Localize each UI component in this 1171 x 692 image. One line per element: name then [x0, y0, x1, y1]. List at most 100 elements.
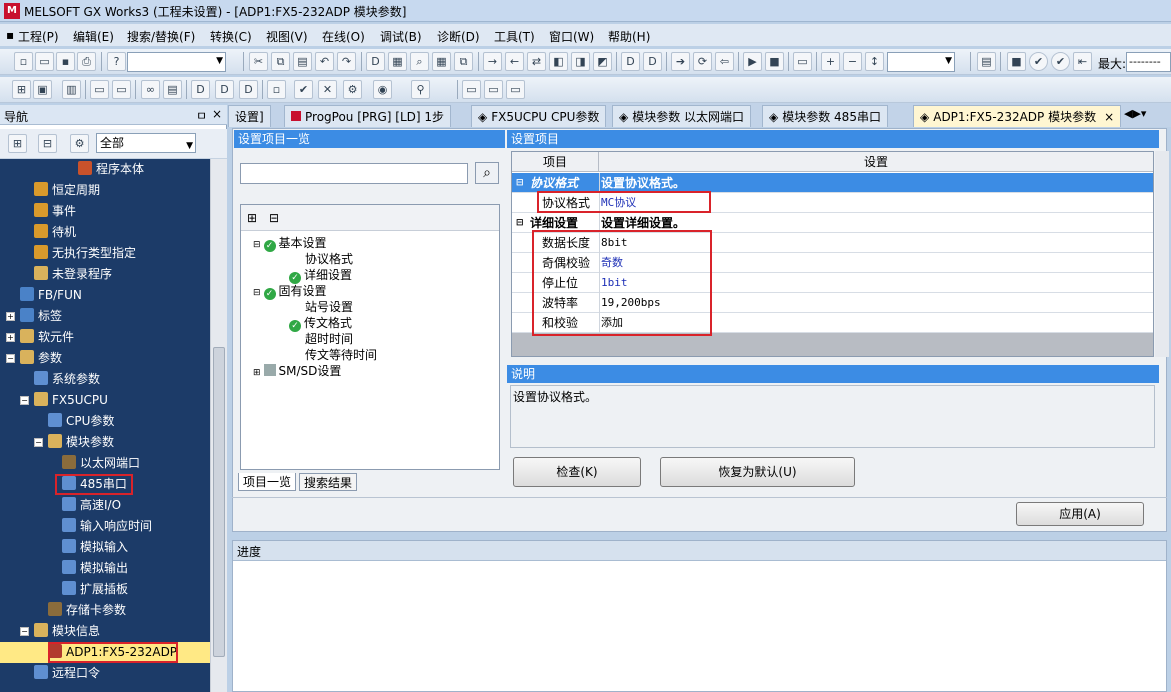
tree-item-fx5ucpu[interactable]: − FX5UCPU — [20, 390, 108, 411]
tree-item-remote-password[interactable]: 远程口令 — [34, 663, 100, 684]
tree-item-memory-card[interactable]: 存储卡参数 — [48, 600, 126, 621]
restore-default-button[interactable]: 恢复为默认(U) — [660, 457, 855, 487]
window-icon[interactable]: ▭ — [793, 52, 812, 71]
monitor-icon[interactable]: ◧ — [549, 52, 568, 71]
apply-button[interactable]: 应用(A) — [1016, 502, 1144, 526]
search-device-icon[interactable]: ⌕ — [410, 52, 429, 71]
grid-icon[interactable]: ▦ — [432, 52, 451, 71]
menu-tools[interactable]: 工具(T) — [494, 28, 535, 45]
stop-square-icon[interactable]: ■ — [1007, 52, 1026, 71]
device-test-icon[interactable]: D — [643, 52, 662, 71]
eye-icon[interactable]: ◉ — [373, 80, 392, 99]
tree-item-constant-cycle[interactable]: 恒定周期 — [34, 180, 100, 201]
tab-close-icon[interactable]: × — [1104, 110, 1114, 124]
back-icon[interactable]: ⇤ — [1073, 52, 1092, 71]
zoom-fit-icon[interactable]: ↕ — [865, 52, 884, 71]
redo-icon[interactable]: ↷ — [337, 52, 356, 71]
tree-item-module-params[interactable]: − 模块参数 — [34, 432, 114, 453]
watch-icon[interactable]: ◩ — [593, 52, 612, 71]
copy-icon[interactable]: ⧉ — [271, 52, 290, 71]
filter-select[interactable]: 全部 ▼ — [96, 133, 196, 153]
toolbar-combo-1[interactable]: ▼ — [127, 52, 226, 72]
read-plc-icon[interactable]: ← — [505, 52, 524, 71]
edit-disabled-icon[interactable]: ▫ — [267, 80, 286, 99]
check-circle-2-icon[interactable]: ✔ — [1051, 52, 1070, 71]
print-icon[interactable]: ⎙ — [77, 52, 96, 71]
tab-485[interactable]: ◈ 模块参数 485串口 — [762, 105, 888, 127]
tab-adp1[interactable]: ◈ ADP1:FX5-232ADP 模块参数 × — [913, 105, 1122, 127]
panel-icon[interactable]: ▭ — [462, 80, 481, 99]
zoom-in-icon[interactable]: + — [821, 52, 840, 71]
menu-debug[interactable]: 调试(B) — [380, 28, 422, 45]
tab-progpou[interactable]: ProgPou [PRG] [LD] 1步 — [284, 105, 452, 127]
collapse-all-icon[interactable]: ⊟ — [269, 211, 279, 225]
section-row-protocol[interactable]: ⊟ 协议格式 设置协议格式。 — [512, 173, 1153, 193]
menu-edit[interactable]: 编辑(E) — [73, 28, 114, 45]
tree-message-format[interactable]: ✓ 传文格式 — [289, 315, 352, 332]
window-layout-2-icon[interactable]: ▭ — [112, 80, 131, 99]
tree-timeout[interactable]: 超时时间 — [305, 331, 353, 347]
tree-inherent-settings[interactable]: ⊟ ✓ 固有设置 — [253, 283, 327, 300]
tree-view-2-icon[interactable]: ⊟ — [38, 134, 57, 153]
tree-item-unregistered[interactable]: 未登录程序 — [34, 264, 112, 285]
check-edit-icon[interactable]: ✔ — [294, 80, 313, 99]
zoom-combo[interactable]: ▼ — [887, 52, 955, 72]
arrow-left-icon[interactable]: ⇦ — [715, 52, 734, 71]
tree-item-program-body[interactable]: 程序本体 — [78, 159, 144, 180]
tree-basic-settings[interactable]: ⊟ ✓ 基本设置 — [253, 235, 327, 252]
arrow-right-icon[interactable]: ➔ — [671, 52, 690, 71]
pin-icon[interactable]: ㅁ — [196, 107, 207, 124]
tree-item-input-response[interactable]: 输入响应时间 — [62, 516, 152, 537]
binoculars-icon[interactable]: ∞ — [141, 80, 160, 99]
tree-sm-sd-settings[interactable]: ⊞ SM/SD设置 — [253, 363, 341, 379]
write-plc-icon[interactable]: → — [483, 52, 502, 71]
tree-view-icon[interactable]: ⊞ — [8, 134, 27, 153]
save-icon[interactable]: ▪ — [56, 52, 75, 71]
module-icon[interactable]: ▣ — [33, 80, 52, 99]
menu-convert[interactable]: 转换(C) — [210, 28, 252, 45]
new-file-icon[interactable]: ▫ — [14, 52, 33, 71]
tab-search-results[interactable]: 搜索结果 — [299, 473, 358, 491]
dev-2-icon[interactable]: D — [215, 80, 234, 99]
graph-icon[interactable]: ⚲ — [411, 80, 430, 99]
open-folder-icon[interactable]: ▭ — [35, 52, 54, 71]
settings-disabled-icon[interactable]: ⚙ — [343, 80, 362, 99]
tab-scroll-icon[interactable]: ◀▶▾ — [1124, 107, 1146, 120]
grid-scrollbar[interactable] — [1155, 151, 1169, 357]
check-circle-icon[interactable]: ✔ — [1029, 52, 1048, 71]
chip-icon[interactable]: ▥ — [62, 80, 81, 99]
panel-2-icon[interactable]: ▭ — [484, 80, 503, 99]
help-icon[interactable]: ? — [107, 52, 126, 71]
panel-3-icon[interactable]: ▭ — [506, 80, 525, 99]
tree-detail-settings[interactable]: ✓ 详细设置 — [289, 267, 352, 284]
window-layout-icon[interactable]: ▭ — [90, 80, 109, 99]
tree-station-number[interactable]: 站号设置 — [305, 299, 353, 315]
tree-item-devices[interactable]: + 软元件 — [6, 327, 74, 348]
tree-item-analog-output[interactable]: 模拟输出 — [62, 558, 128, 579]
copy2-icon[interactable]: ⧉ — [454, 52, 473, 71]
device-icon[interactable]: D — [366, 52, 385, 71]
navigation-scrollbar[interactable] — [210, 159, 227, 692]
search-input[interactable] — [240, 163, 468, 184]
menu-app-icon[interactable]: ▪ — [6, 28, 14, 42]
menu-help[interactable]: 帮助(H) — [608, 28, 650, 45]
compare-icon[interactable]: ▦ — [388, 52, 407, 71]
arrow-cycle-icon[interactable]: ⟳ — [693, 52, 712, 71]
project-tree-icon[interactable]: ⊞ — [12, 80, 31, 99]
menu-search-replace[interactable]: 搜索/替换(F) — [127, 28, 195, 45]
tree-item-module-info[interactable]: − 模块信息 — [20, 621, 100, 642]
simulation-start-icon[interactable]: ▶ — [743, 52, 762, 71]
dev-3-icon[interactable]: D — [239, 80, 258, 99]
max-value-field[interactable]: -------- — [1126, 52, 1171, 72]
monitor-stop-icon[interactable]: ◨ — [571, 52, 590, 71]
paste-icon[interactable]: ▤ — [293, 52, 312, 71]
tab-item-list[interactable]: 项目一览 — [238, 473, 297, 491]
tree-item-parameters[interactable]: − 参数 — [6, 348, 62, 369]
menu-window[interactable]: 窗口(W) — [549, 28, 594, 45]
tree-protocol-format[interactable]: 协议格式 — [305, 251, 353, 267]
tree-item-analog-input[interactable]: 模拟输入 — [62, 537, 128, 558]
tab-cpu-params[interactable]: ◈ FX5UCPU CPU参数 — [471, 105, 607, 127]
menu-project[interactable]: 工程(P) — [18, 28, 59, 45]
tree-item-cpu-params[interactable]: CPU参数 — [48, 411, 114, 432]
xyz-icon[interactable]: ✕ — [318, 80, 337, 99]
